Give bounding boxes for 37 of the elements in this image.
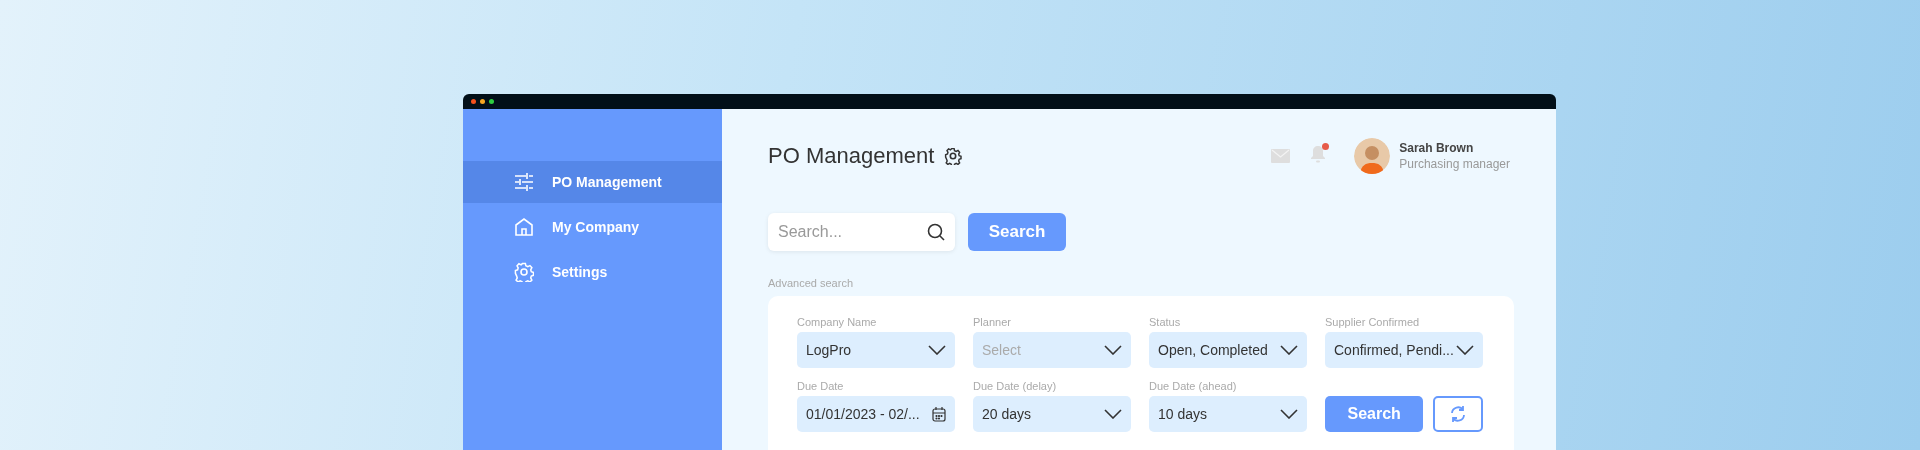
dropdown[interactable]: 10 days <box>1149 396 1307 432</box>
section-label: Advanced search <box>768 277 854 289</box>
dropdown[interactable]: 20 days <box>973 396 1131 432</box>
chevron-down-icon <box>1280 345 1298 355</box>
dropdown[interactable]: Open, Completed <box>1149 332 1307 368</box>
field-label: Company Name <box>797 316 878 329</box>
home-icon <box>514 217 534 237</box>
bell-icon[interactable] <box>1310 145 1327 163</box>
chevron-down-icon <box>1104 345 1122 355</box>
settings-icon[interactable] <box>944 147 963 165</box>
date-field[interactable]: 01/01/2023 - 02/... <box>797 396 955 432</box>
search-icon <box>927 223 945 241</box>
page-title: PO Management <box>768 143 935 169</box>
close-dot[interactable] <box>471 99 476 104</box>
settings-icon <box>514 262 534 282</box>
sliders-icon <box>514 173 534 191</box>
field-label: Due Date <box>797 380 845 393</box>
search-field[interactable]: Search... <box>768 213 955 251</box>
refresh-icon <box>1449 405 1468 423</box>
field-label: Supplier Confirmed <box>1325 316 1421 329</box>
dropdown[interactable]: Confirmed, Pendi... <box>1325 332 1483 368</box>
maximize-dot[interactable] <box>489 99 494 104</box>
minimize-dot[interactable] <box>480 99 485 104</box>
field-label: Planner <box>973 316 1012 329</box>
calendar-icon <box>932 406 946 422</box>
chevron-down-icon <box>1104 409 1122 419</box>
refresh-button[interactable] <box>1433 396 1483 432</box>
user-name: Sarah Brown <box>1399 141 1475 155</box>
chevron-down-icon <box>928 345 946 355</box>
avatar[interactable] <box>1354 138 1391 174</box>
field-label: Due Date (ahead) <box>1149 380 1238 393</box>
chevron-down-icon <box>1456 345 1474 355</box>
field-label: Due Date (delay) <box>973 380 1058 393</box>
chevron-down-icon <box>1280 409 1298 419</box>
dropdown[interactable]: LogPro <box>797 332 955 368</box>
field-label: Status <box>1149 316 1182 329</box>
user-role: Purchasing manager <box>1399 157 1510 171</box>
